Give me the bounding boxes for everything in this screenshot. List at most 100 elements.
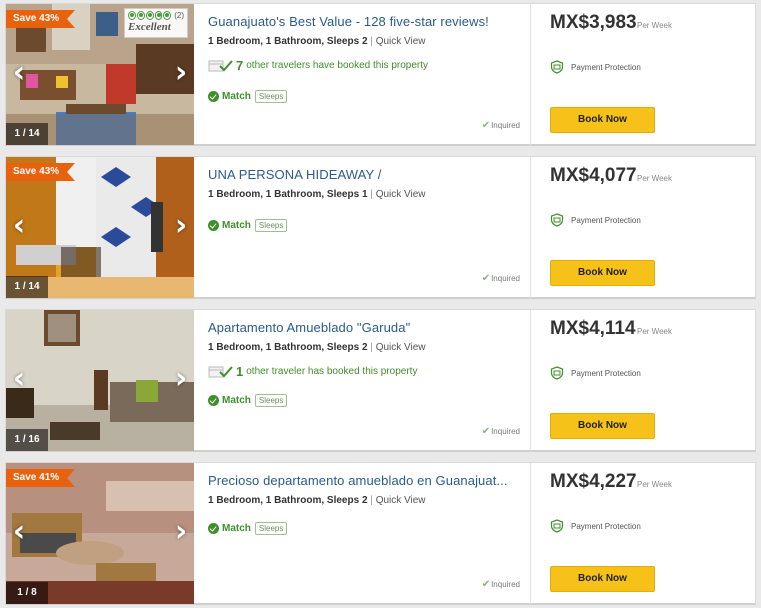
match-indicator: Match Sleeps <box>208 522 288 535</box>
per-week-label: Per Week <box>637 174 672 183</box>
match-label: Match <box>222 523 251 534</box>
booked-notice: 1 other traveler has booked this propert… <box>208 364 417 379</box>
rating-bubble-icon <box>154 11 163 20</box>
photo-counter: 1 / 14 <box>6 123 48 145</box>
shield-icon <box>550 60 564 74</box>
chevron-right-icon[interactable]: › <box>173 211 189 241</box>
booked-text: other traveler has booked this property <box>246 366 418 377</box>
chevron-right-icon[interactable]: › <box>173 517 189 547</box>
payment-protection[interactable]: Payment Protection <box>550 213 641 227</box>
inquired-status: ✔ Inquired <box>482 120 520 131</box>
save-badge: Save 41% <box>6 469 76 487</box>
bedrooms: 1 Bedroom, <box>208 189 264 200</box>
review-count: (2) <box>174 11 184 20</box>
rating-bubble-icon <box>136 11 145 20</box>
separator: | <box>370 495 373 506</box>
column-divider <box>530 157 531 298</box>
sleeps-tag: Sleeps <box>254 90 288 103</box>
save-badge: Save 43% <box>6 10 76 28</box>
listing-title-link[interactable]: Guanajuato's Best Value - 128 five-star … <box>208 14 528 29</box>
sleeps: Sleeps 2 <box>326 342 368 353</box>
price: MX$4,227 <box>550 471 637 492</box>
bathrooms: 1 Bathroom, <box>265 189 325 200</box>
listing-info: Guanajuato's Best Value - 128 five-star … <box>208 4 528 145</box>
inquired-label: Inquired <box>491 580 520 589</box>
listing-info: UNA PERSONA HIDEAWAY / 1 Bedroom, 1 Bath… <box>208 157 528 298</box>
inquired-label: Inquired <box>491 121 520 130</box>
shield-icon <box>550 519 564 533</box>
checkmark-icon: ✔ <box>481 120 491 131</box>
listing-photo[interactable]: Save 41% ‹ › 1 / 8 <box>6 463 194 604</box>
check-circle-icon <box>208 523 219 534</box>
per-week-label: Per Week <box>637 480 672 489</box>
column-divider <box>530 463 531 604</box>
quick-view-link[interactable]: Quick View <box>376 342 426 353</box>
payment-protection-label: Payment Protection <box>571 62 641 72</box>
listing-card[interactable]: Save 43% ‹ › 1 / 14 UNA PERSONA HIDEAWAY… <box>5 156 756 299</box>
inquired-status: ✔ Inquired <box>482 426 520 437</box>
book-now-button[interactable]: Book Now <box>550 260 655 286</box>
bathrooms: 1 Bathroom, <box>265 495 325 506</box>
chevron-right-icon[interactable]: › <box>173 58 189 88</box>
listing-card[interactable]: Save 41% ‹ › 1 / 8 Precioso departamento… <box>5 462 756 605</box>
payment-protection[interactable]: Payment Protection <box>550 366 641 380</box>
shield-icon <box>550 366 564 380</box>
booked-notice: 7 other travelers have booked this prope… <box>208 58 428 73</box>
inquired-label: Inquired <box>491 274 520 283</box>
price: MX$3,983 <box>550 12 637 33</box>
listing-specs: 1 Bedroom, 1 Bathroom, Sleeps 2 | Quick … <box>208 36 426 47</box>
price: MX$4,077 <box>550 165 637 186</box>
quick-view-link[interactable]: Quick View <box>376 495 426 506</box>
chevron-right-icon[interactable]: › <box>173 364 189 394</box>
save-badge: Save 43% <box>6 163 76 181</box>
inquired-status: ✔ Inquired <box>482 579 520 590</box>
separator: | <box>370 36 373 47</box>
quick-view-link[interactable]: Quick View <box>376 36 426 47</box>
match-label: Match <box>222 395 251 406</box>
listing-specs: 1 Bedroom, 1 Bathroom, Sleeps 2 | Quick … <box>208 495 426 506</box>
inquired-status: ✔ Inquired <box>482 273 520 284</box>
bedrooms: 1 Bedroom, <box>208 342 264 353</box>
payment-protection[interactable]: Payment Protection <box>550 60 641 74</box>
booked-text: other travelers have booked this propert… <box>246 60 429 71</box>
tripadvisor-rating[interactable]: (2) Excellent <box>124 8 188 38</box>
quick-view-link[interactable]: Quick View <box>376 189 426 200</box>
check-circle-icon <box>208 395 219 406</box>
check-circle-icon <box>208 220 219 231</box>
photo-counter: 1 / 14 <box>6 276 48 298</box>
listing-photo[interactable]: ‹ › 1 / 16 <box>6 310 194 451</box>
listing-info: Apartamento Amueblado "Garuda" 1 Bedroom… <box>208 310 528 451</box>
listing-title-link[interactable]: Precioso departamento amueblado en Guana… <box>208 473 528 488</box>
listing-photo[interactable]: Save 43% (2) Excellent ‹ › 1 / 14 <box>6 4 194 145</box>
checkmark-icon: ✔ <box>481 426 491 437</box>
sleeps: Sleeps 1 <box>326 189 368 200</box>
separator: | <box>370 189 373 200</box>
book-now-button[interactable]: Book Now <box>550 107 655 133</box>
match-label: Match <box>222 91 251 102</box>
payment-protection-label: Payment Protection <box>571 368 641 378</box>
chevron-left-icon[interactable]: ‹ <box>11 211 27 241</box>
sleeps-tag: Sleeps <box>254 522 288 535</box>
listing-title-link[interactable]: UNA PERSONA HIDEAWAY / <box>208 167 528 182</box>
shield-icon <box>550 213 564 227</box>
listing-card[interactable]: ‹ › 1 / 16 Apartamento Amueblado "Garuda… <box>5 309 756 452</box>
checkmark-icon: ✔ <box>481 579 491 590</box>
sleeps: Sleeps 2 <box>326 495 368 506</box>
chevron-left-icon[interactable]: ‹ <box>11 517 27 547</box>
inquired-label: Inquired <box>491 427 520 436</box>
book-now-button[interactable]: Book Now <box>550 566 655 592</box>
book-now-button[interactable]: Book Now <box>550 413 655 439</box>
column-divider <box>530 310 531 451</box>
listing-specs: 1 Bedroom, 1 Bathroom, Sleeps 2 | Quick … <box>208 342 426 353</box>
listing-title-link[interactable]: Apartamento Amueblado "Garuda" <box>208 320 528 335</box>
listing-card[interactable]: Save 43% (2) Excellent ‹ › 1 / 14 Guanaj… <box>5 3 756 146</box>
chevron-left-icon[interactable]: ‹ <box>11 364 27 394</box>
rating-bubble-icon <box>128 11 136 20</box>
price-column: MX$4,077 Per Week Payment Protection Boo… <box>550 157 755 298</box>
chevron-left-icon[interactable]: ‹ <box>11 58 27 88</box>
payment-protection[interactable]: Payment Protection <box>550 519 641 533</box>
per-week-label: Per Week <box>637 327 672 336</box>
listing-info: Precioso departamento amueblado en Guana… <box>208 463 528 604</box>
sleeps: Sleeps 2 <box>326 36 368 47</box>
listing-photo[interactable]: Save 43% ‹ › 1 / 14 <box>6 157 194 298</box>
